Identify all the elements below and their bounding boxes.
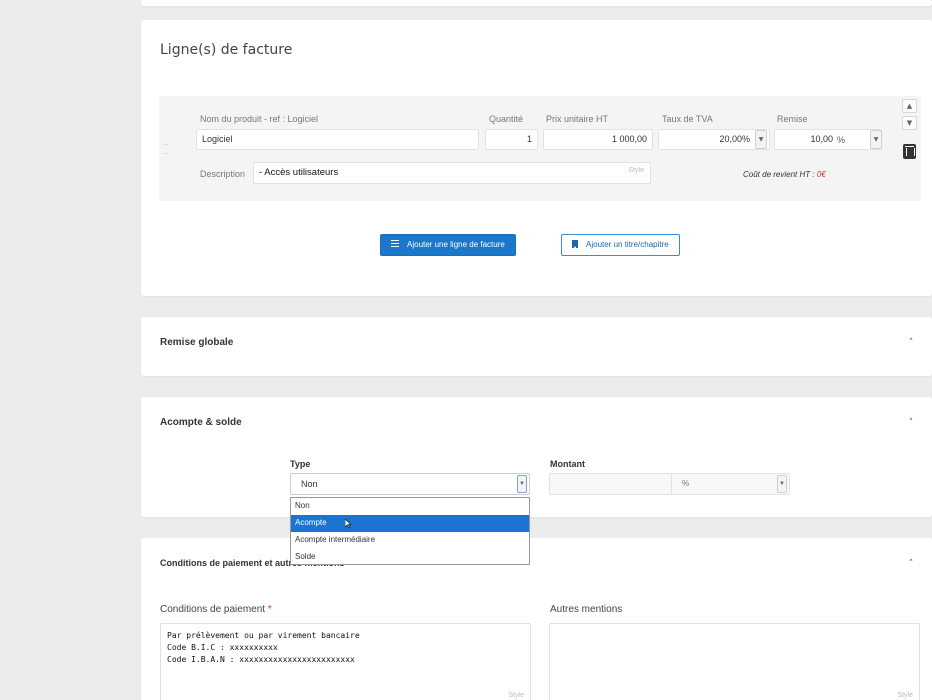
description-input[interactable]: - Accès utilisateurs Style xyxy=(253,162,651,184)
add-invoice-line-label: Ajouter une ligne de facture xyxy=(407,240,505,249)
discount-unit-label: % xyxy=(837,135,846,145)
deposit-amount-field[interactable]: % ▼ xyxy=(549,473,790,495)
move-up-icon[interactable]: ▲ xyxy=(902,99,917,113)
invoice-line-row: Nom du produit - ref : Logiciel Quantité… xyxy=(159,96,921,201)
style-hint: Style xyxy=(628,167,644,174)
invoice-lines-card: Ligne(s) de facture Nom du produit - ref… xyxy=(141,20,932,296)
chevron-up-icon[interactable]: ˄ xyxy=(906,338,916,348)
description-text: - Accès utilisateurs xyxy=(259,167,339,178)
trash-icon[interactable] xyxy=(903,144,916,159)
previous-section-card xyxy=(141,0,932,6)
deposit-card: Acompte & solde ˅ Type Non ▼ Montant % ▼ xyxy=(141,397,932,517)
deposit-type-dropdown: Non Acompte Acompte intermédiaire Solde xyxy=(290,497,530,565)
list-icon xyxy=(391,240,399,247)
style-hint: Style xyxy=(508,692,524,699)
add-title-label: Ajouter un titre/chapitre xyxy=(586,240,669,249)
dropdown-option-solde[interactable]: Solde xyxy=(291,549,529,566)
deposit-title: Acompte & solde xyxy=(160,417,242,428)
bookmark-icon xyxy=(572,239,578,249)
deposit-amount-unit: % xyxy=(682,479,690,488)
global-discount-card[interactable]: Remise globale ˄ xyxy=(141,317,932,376)
deposit-unit-dropdown-icon[interactable]: ▼ xyxy=(777,475,787,493)
other-mentions-textarea[interactable]: Style xyxy=(549,623,920,700)
cost-price: Coût de revient HT : 0€ xyxy=(743,170,826,179)
payment-conditions-label-text: Conditions de paiement xyxy=(160,604,266,615)
mouse-cursor-icon xyxy=(345,519,352,529)
move-down-icon[interactable]: ▼ xyxy=(902,116,917,130)
vat-select[interactable]: 20,00% xyxy=(658,129,770,150)
amount-divider xyxy=(671,474,672,494)
payment-conditions-label: Conditions de paiement * xyxy=(160,604,272,615)
add-title-button[interactable]: Ajouter un titre/chapitre xyxy=(561,234,680,256)
cost-value: 0€ xyxy=(816,170,826,179)
payment-conditions-textarea[interactable]: Par prélèvement ou par virement bancaire… xyxy=(160,623,531,700)
invoice-lines-title: Ligne(s) de facture xyxy=(160,42,293,58)
style-hint: Style xyxy=(897,692,913,699)
quantity-column-label: Quantité xyxy=(489,114,524,124)
discount-input[interactable]: 10,00 xyxy=(774,129,882,150)
product-name-input[interactable]: Logiciel xyxy=(196,129,479,150)
vat-dropdown-arrow-icon[interactable]: ▼ xyxy=(755,130,767,149)
required-mark: * xyxy=(267,604,272,615)
chevron-up-icon[interactable]: ˄ xyxy=(906,559,916,569)
deposit-type-value: Non xyxy=(301,479,318,489)
deposit-type-label: Type xyxy=(290,459,311,469)
unit-price-column-label: Prix unitaire HT xyxy=(546,114,609,124)
dropdown-option-acompte-intermediaire[interactable]: Acompte intermédiaire xyxy=(291,532,529,549)
product-column-label: Nom du produit - ref : Logiciel xyxy=(200,114,319,124)
chevron-down-icon[interactable]: ˅ xyxy=(906,418,916,428)
payment-conditions-text: Par prélèvement ou par virement bancaire… xyxy=(167,631,360,664)
deposit-amount-label: Montant xyxy=(550,459,585,469)
global-discount-title: Remise globale xyxy=(160,337,234,348)
cost-label: Coût de revient HT : xyxy=(743,170,817,179)
unit-price-input[interactable]: 1 000,00 xyxy=(543,129,653,150)
drag-handle-icon[interactable] xyxy=(163,144,169,154)
discount-unit-dropdown-icon[interactable]: ▼ xyxy=(870,130,882,149)
conditions-card: Conditions de paiement et autres mention… xyxy=(141,538,932,700)
add-invoice-line-button[interactable]: Ajouter une ligne de facture xyxy=(380,234,516,256)
dropdown-option-acompte[interactable]: Acompte xyxy=(291,515,529,532)
quantity-input[interactable]: 1 xyxy=(485,129,538,150)
discount-column-label: Remise xyxy=(777,114,808,124)
description-label: Description xyxy=(200,169,246,179)
dropdown-option-non[interactable]: Non xyxy=(291,498,529,515)
deposit-type-dropdown-icon[interactable]: ▼ xyxy=(517,475,527,493)
vat-column-label: Taux de TVA xyxy=(662,114,713,124)
other-mentions-label: Autres mentions xyxy=(550,604,623,615)
deposit-type-select[interactable]: Non ▼ xyxy=(290,473,530,495)
row-tools: ▲ ▼ xyxy=(899,96,921,201)
